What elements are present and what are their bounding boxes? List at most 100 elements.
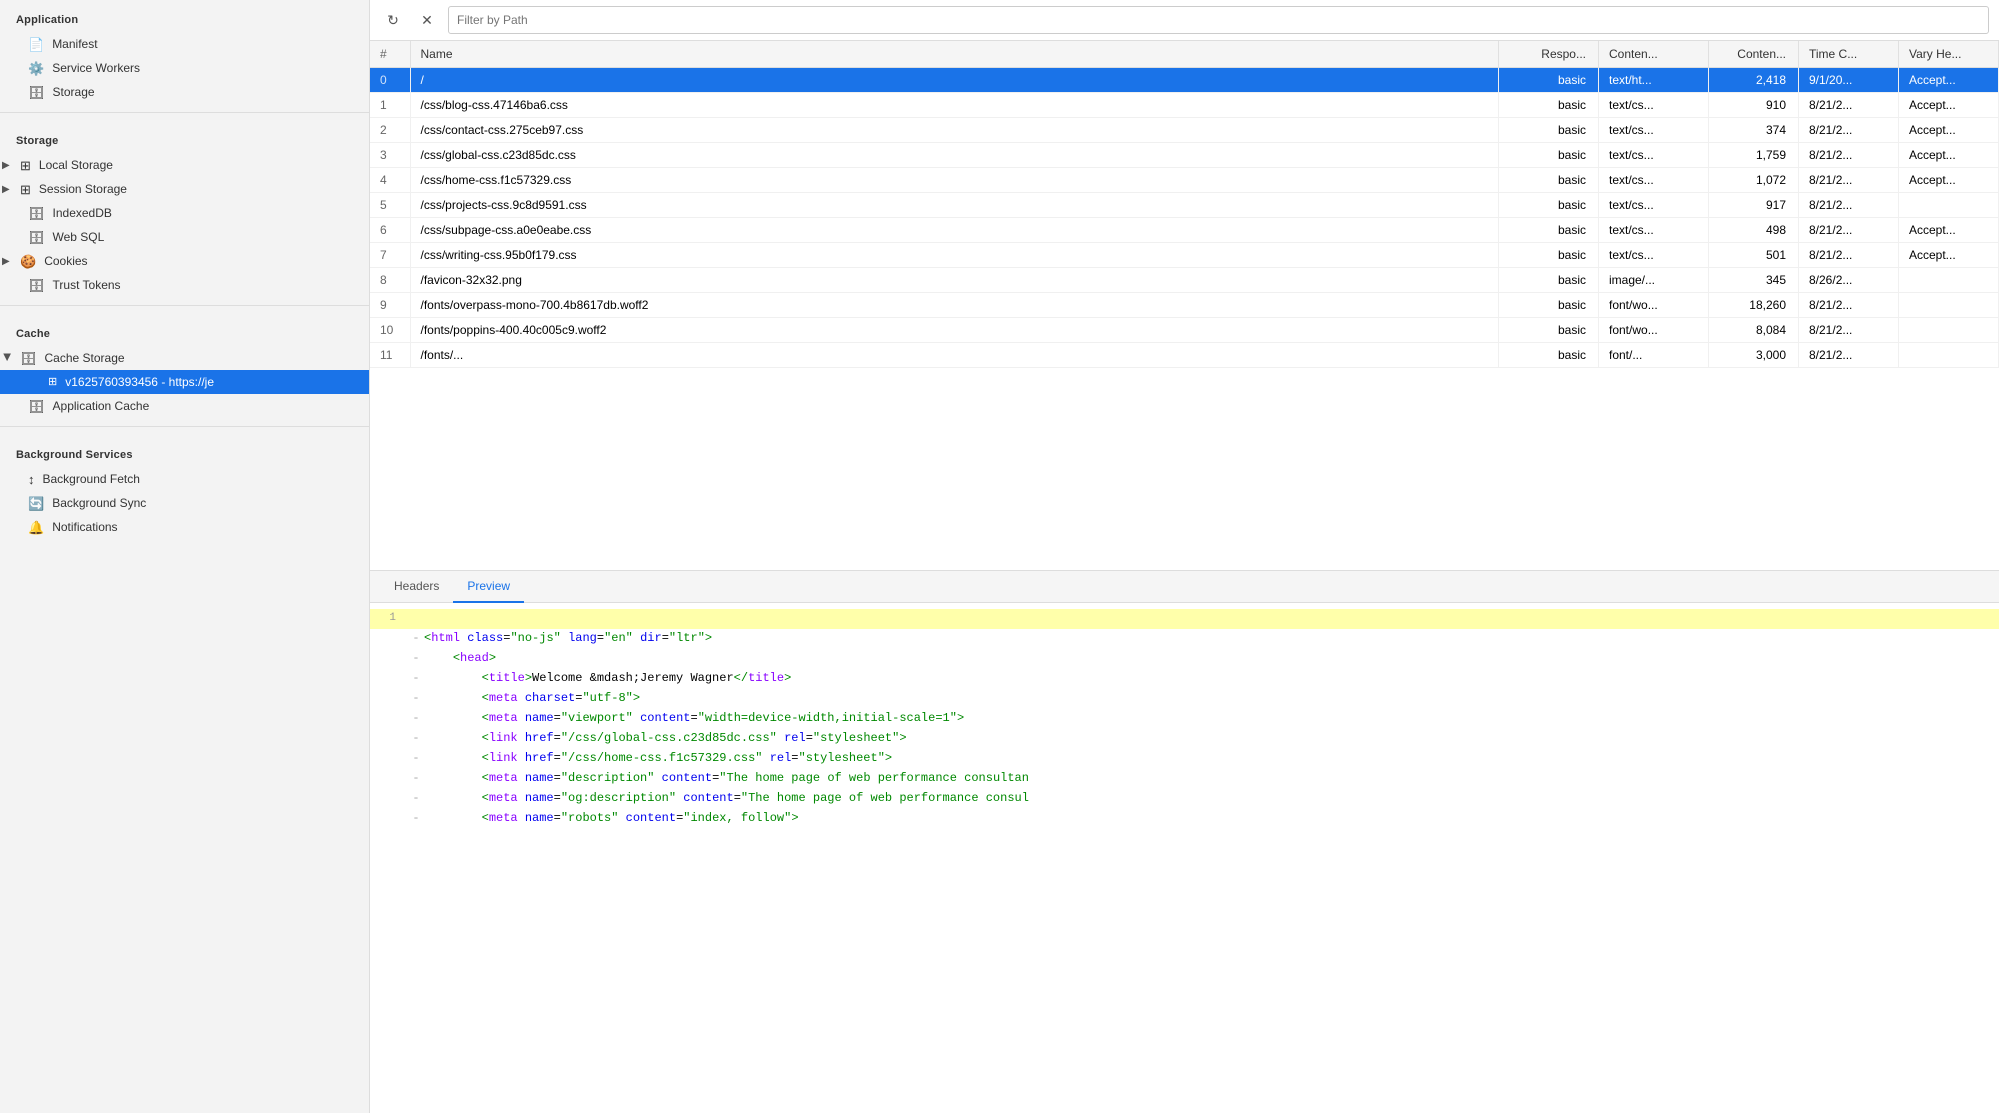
- sidebar-item-cache-storage[interactable]: ▶ 🗄 Cache Storage: [0, 346, 369, 370]
- cache-table: # Name Respo... Conten... Conten... Time…: [370, 41, 1999, 571]
- sidebar-item-storage[interactable]: 🗄 Storage: [0, 80, 369, 104]
- line-prefix: -: [408, 689, 424, 708]
- top-bar: ↻ ✕: [370, 0, 1999, 41]
- sidebar-item-background-fetch[interactable]: ↕ Background Fetch: [0, 467, 369, 491]
- expand-arrow-icon: ▶: [2, 184, 12, 195]
- db-icon: 🗄: [28, 207, 45, 220]
- table-cell-col-vary: [1899, 343, 1999, 368]
- sidebar-section-application: Application 📄 Manifest ⚙️ Service Worker…: [0, 0, 369, 104]
- table-cell-col-response: basic: [1499, 68, 1599, 93]
- table-cell-col-vary: Accept...: [1899, 93, 1999, 118]
- table-cell-col-content1: text/cs...: [1599, 143, 1709, 168]
- table-cell-col-response: basic: [1499, 293, 1599, 318]
- table-cell-col-content2: 8,084: [1709, 318, 1799, 343]
- table-cell-col-content2: 345: [1709, 268, 1799, 293]
- line-prefix: -: [408, 629, 424, 648]
- tab-headers[interactable]: Headers: [380, 571, 453, 603]
- table-cell-col-timec: 8/21/2...: [1799, 143, 1899, 168]
- table-cell-col-name: /css/writing-css.95b0f179.css: [410, 243, 1499, 268]
- line-number: [378, 789, 408, 790]
- sidebar-item-local-storage[interactable]: ▶ ⊞ Local Storage: [0, 153, 369, 177]
- sidebar-section-header-storage: Storage: [0, 121, 369, 153]
- table-cell-col-num: 3: [370, 143, 410, 168]
- table-cell-col-content2: 374: [1709, 118, 1799, 143]
- col-header-vary[interactable]: Vary He...: [1899, 41, 1999, 68]
- table-cell-col-vary: Accept...: [1899, 118, 1999, 143]
- table-cell-col-content2: 18,260: [1709, 293, 1799, 318]
- sidebar-item-label: v1625760393456 - https://je: [65, 375, 214, 389]
- sidebar-item-manifest[interactable]: 📄 Manifest: [0, 32, 369, 56]
- table-row[interactable]: 2/css/contact-css.275ceb97.cssbasictext/…: [370, 118, 1999, 143]
- line-number: [378, 729, 408, 730]
- refresh-button[interactable]: ↻: [380, 7, 406, 33]
- table-cell-col-num: 1: [370, 93, 410, 118]
- sidebar-item-session-storage[interactable]: ▶ ⊞ Session Storage: [0, 177, 369, 201]
- sidebar-item-indexeddb[interactable]: 🗄 IndexedDB: [0, 201, 369, 225]
- table-cell-col-content1: font/wo...: [1599, 293, 1709, 318]
- bell-icon: 🔔: [28, 521, 44, 534]
- table-cell-col-content2: 2,418: [1709, 68, 1799, 93]
- table-cell-col-name: /fonts/poppins-400.40c005c9.woff2: [410, 318, 1499, 343]
- code-line: - <meta name="description" content="The …: [370, 769, 1999, 789]
- sidebar-item-notifications[interactable]: 🔔 Notifications: [0, 515, 369, 539]
- line-prefix: -: [408, 789, 424, 808]
- line-content: <title>Welcome &mdash;Jeremy Wagner</tit…: [424, 669, 1991, 688]
- col-header-timec[interactable]: Time C...: [1799, 41, 1899, 68]
- close-button[interactable]: ✕: [414, 7, 440, 33]
- table-cell-col-timec: 8/21/2...: [1799, 168, 1899, 193]
- tab-preview[interactable]: Preview: [453, 571, 524, 603]
- sidebar-item-service-workers[interactable]: ⚙️ Service Workers: [0, 56, 369, 80]
- code-line: - <meta name="viewport" content="width=d…: [370, 709, 1999, 729]
- table-cell-col-content1: font/...: [1599, 343, 1709, 368]
- table-row[interactable]: 11/fonts/...basicfont/...3,0008/21/2...: [370, 343, 1999, 368]
- code-line: - <title>Welcome &mdash;Jeremy Wagner</t…: [370, 669, 1999, 689]
- sidebar-item-trust-tokens[interactable]: 🗄 Trust Tokens: [0, 273, 369, 297]
- table-row[interactable]: 4/css/home-css.f1c57329.cssbasictext/cs.…: [370, 168, 1999, 193]
- sidebar-item-application-cache[interactable]: 🗄 Application Cache: [0, 394, 369, 418]
- sidebar-item-cache-entry[interactable]: ⊞ v1625760393456 - https://je: [0, 370, 369, 394]
- table-row[interactable]: 1/css/blog-css.47146ba6.cssbasictext/cs.…: [370, 93, 1999, 118]
- table-cell-col-vary: Accept...: [1899, 218, 1999, 243]
- code-line: - <link href="/css/home-css.f1c57329.css…: [370, 749, 1999, 769]
- code-line: - <meta name="robots" content="index, fo…: [370, 809, 1999, 829]
- sidebar-item-web-sql[interactable]: 🗄 Web SQL: [0, 225, 369, 249]
- table-row[interactable]: 8/favicon-32x32.pngbasicimage/...3458/26…: [370, 268, 1999, 293]
- db-icon: 🗄: [20, 352, 37, 365]
- table-cell-col-vary: Accept...: [1899, 68, 1999, 93]
- table-cell-col-content2: 910: [1709, 93, 1799, 118]
- table-cell-col-timec: 8/21/2...: [1799, 193, 1899, 218]
- table-row[interactable]: 0/basictext/ht...2,4189/1/20...Accept...: [370, 68, 1999, 93]
- table-row[interactable]: 3/css/global-css.c23d85dc.cssbasictext/c…: [370, 143, 1999, 168]
- line-content: <head>: [424, 649, 1991, 668]
- code-preview: 1 -<html class="no-js" lang="en" dir="lt…: [370, 603, 1999, 1113]
- col-header-content1[interactable]: Conten...: [1599, 41, 1709, 68]
- table-cell-col-name: /css/contact-css.275ceb97.css: [410, 118, 1499, 143]
- col-header-response[interactable]: Respo...: [1499, 41, 1599, 68]
- sidebar-item-label: Notifications: [52, 520, 117, 534]
- table-cell-col-vary: [1899, 268, 1999, 293]
- line-number: [378, 709, 408, 710]
- table-cell-col-num: 2: [370, 118, 410, 143]
- table-cell-col-num: 8: [370, 268, 410, 293]
- line-content: <link href="/css/global-css.c23d85dc.css…: [424, 729, 1991, 748]
- sidebar-item-background-sync[interactable]: 🔄 Background Sync: [0, 491, 369, 515]
- table-row[interactable]: 5/css/projects-css.9c8d9591.cssbasictext…: [370, 193, 1999, 218]
- col-header-name[interactable]: Name: [410, 41, 1499, 68]
- table-cell-col-num: 5: [370, 193, 410, 218]
- sidebar: Application 📄 Manifest ⚙️ Service Worker…: [0, 0, 370, 1113]
- code-line: - <link href="/css/global-css.c23d85dc.c…: [370, 729, 1999, 749]
- line-prefix: -: [408, 669, 424, 688]
- table-row[interactable]: 6/css/subpage-css.a0e0eabe.cssbasictext/…: [370, 218, 1999, 243]
- col-header-content2[interactable]: Conten...: [1709, 41, 1799, 68]
- sidebar-item-label: Service Workers: [52, 61, 140, 75]
- table-row[interactable]: 9/fonts/overpass-mono-700.4b8617db.woff2…: [370, 293, 1999, 318]
- table-cell-col-vary: [1899, 293, 1999, 318]
- table-cell-col-response: basic: [1499, 93, 1599, 118]
- table-row[interactable]: 10/fonts/poppins-400.40c005c9.woff2basic…: [370, 318, 1999, 343]
- sidebar-item-label: Cache Storage: [45, 351, 125, 365]
- table-row[interactable]: 7/css/writing-css.95b0f179.cssbasictext/…: [370, 243, 1999, 268]
- filter-input[interactable]: [448, 6, 1989, 34]
- line-number: [378, 649, 408, 650]
- sidebar-item-cookies[interactable]: ▶ 🍪 Cookies: [0, 249, 369, 273]
- sidebar-section-background: Background Services ↕ Background Fetch 🔄…: [0, 435, 369, 539]
